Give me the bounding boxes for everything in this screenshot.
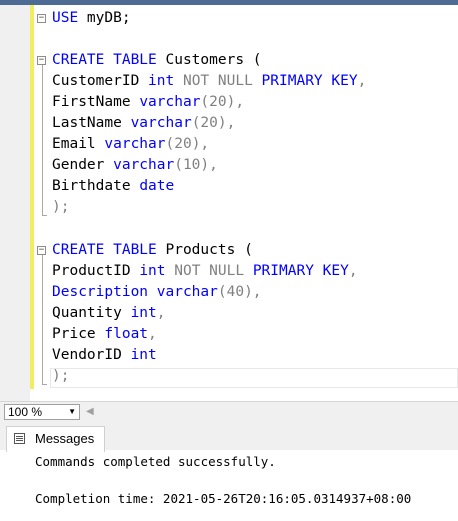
code-line-13: ProductID int NOT NULL PRIMARY KEY,	[52, 261, 358, 282]
column-name: Description	[52, 284, 149, 300]
code-line-4: CustomerID int NOT NULL PRIMARY KEY,	[52, 71, 366, 92]
identifier: Products (	[156, 242, 253, 258]
column-name: FirstName	[52, 94, 140, 110]
editor-status-bar: 100 % ▼ ◀	[0, 401, 458, 422]
data-type: date	[139, 178, 175, 194]
current-line-highlight	[50, 368, 458, 388]
keyword: PRIMARY KEY	[261, 73, 358, 89]
data-type: int	[148, 73, 175, 89]
code-line-7: Email varchar(20),	[52, 134, 209, 155]
chevron-down-icon: ▼	[68, 407, 76, 416]
code-line-18: );	[52, 368, 70, 384]
column-name: CustomerID	[52, 73, 149, 89]
zoom-value: 100 %	[8, 405, 43, 419]
collapse-use-icon[interactable]: −	[37, 14, 46, 23]
data-type: float	[104, 326, 149, 342]
data-type: varchar	[156, 284, 218, 300]
column-name: Gender	[52, 157, 114, 173]
code-line-14: Description varchar(40),	[52, 282, 262, 303]
data-type: int	[139, 263, 166, 279]
keyword: PRIMARY KEY	[252, 263, 349, 279]
completion-time: Completion time: 2021-05-26T20:16:05.031…	[35, 491, 412, 506]
code-line-1: USE myDB;	[52, 8, 131, 29]
punctuation: ,	[357, 73, 367, 89]
identifier: myDB;	[78, 10, 131, 26]
code-line-5: FirstName varchar(20),	[52, 92, 244, 113]
type-size: (20),	[165, 136, 210, 152]
identifier: Customers (	[156, 52, 262, 68]
code-line-12: CREATE TABLE Products (	[52, 240, 253, 261]
fold-guide-customers	[42, 65, 43, 215]
query-editor[interactable]: − − − USE myDB; CREATE TABLE Customers (…	[0, 5, 458, 401]
scroll-left-icon[interactable]: ◀	[86, 406, 94, 417]
type-size: (20),	[191, 115, 236, 131]
messages-panel: Messages Commands completed successfully…	[0, 422, 458, 521]
type-size: (10),	[174, 157, 218, 173]
keyword: CREATE TABLE	[52, 52, 157, 68]
punctuation: ,	[156, 305, 166, 321]
tab-messages-label: Messages	[35, 431, 95, 446]
data-type: varchar	[139, 94, 201, 110]
data-type: varchar	[113, 157, 175, 173]
editor-gutter	[0, 5, 30, 401]
tab-messages[interactable]: Messages	[6, 426, 105, 452]
code-line-16: Price float,	[52, 324, 157, 345]
collapse-products-icon[interactable]: −	[37, 246, 46, 255]
keyword: CREATE TABLE	[52, 242, 157, 258]
constraint: NOT NULL	[174, 73, 262, 89]
keyword: USE	[52, 10, 79, 26]
message-line: Commands completed successfully.	[35, 454, 276, 469]
type-size: (40),	[217, 284, 262, 300]
punctuation: ,	[148, 326, 157, 342]
data-type: varchar	[130, 115, 192, 131]
zoom-select[interactable]: 100 % ▼	[4, 404, 80, 420]
punctuation: ,	[348, 263, 358, 279]
collapse-customers-icon[interactable]: −	[37, 56, 46, 65]
fold-guide-products	[42, 255, 43, 384]
code-line-15: Quantity int,	[52, 303, 166, 324]
data-type: int	[130, 305, 157, 321]
column-name: LastName	[52, 115, 131, 131]
constraint: NOT NULL	[165, 263, 253, 279]
fold-end-products	[42, 384, 47, 385]
code-line-17: VendorID int	[52, 345, 157, 366]
column-name: Price	[52, 326, 105, 342]
code-line-3: CREATE TABLE Customers (	[52, 50, 262, 71]
fold-end-customers	[42, 215, 47, 216]
code-line-10: );	[52, 199, 70, 215]
column-name: Quantity	[52, 305, 131, 321]
type-size: (20),	[200, 94, 245, 110]
column-name: ProductID	[52, 263, 140, 279]
code-line-8: Gender varchar(10),	[52, 155, 218, 176]
column-name: Email	[52, 136, 105, 152]
messages-icon	[14, 433, 25, 444]
code-line-9: Birthdate date	[52, 176, 174, 197]
results-tab-strip: Messages	[0, 422, 458, 452]
change-tracking-bar	[30, 5, 34, 389]
data-type: varchar	[104, 136, 166, 152]
code-line-6: LastName varchar(20),	[52, 113, 235, 134]
data-type: int	[130, 347, 157, 363]
column-name: VendorID	[52, 347, 131, 363]
column-name: Birthdate	[52, 178, 140, 194]
